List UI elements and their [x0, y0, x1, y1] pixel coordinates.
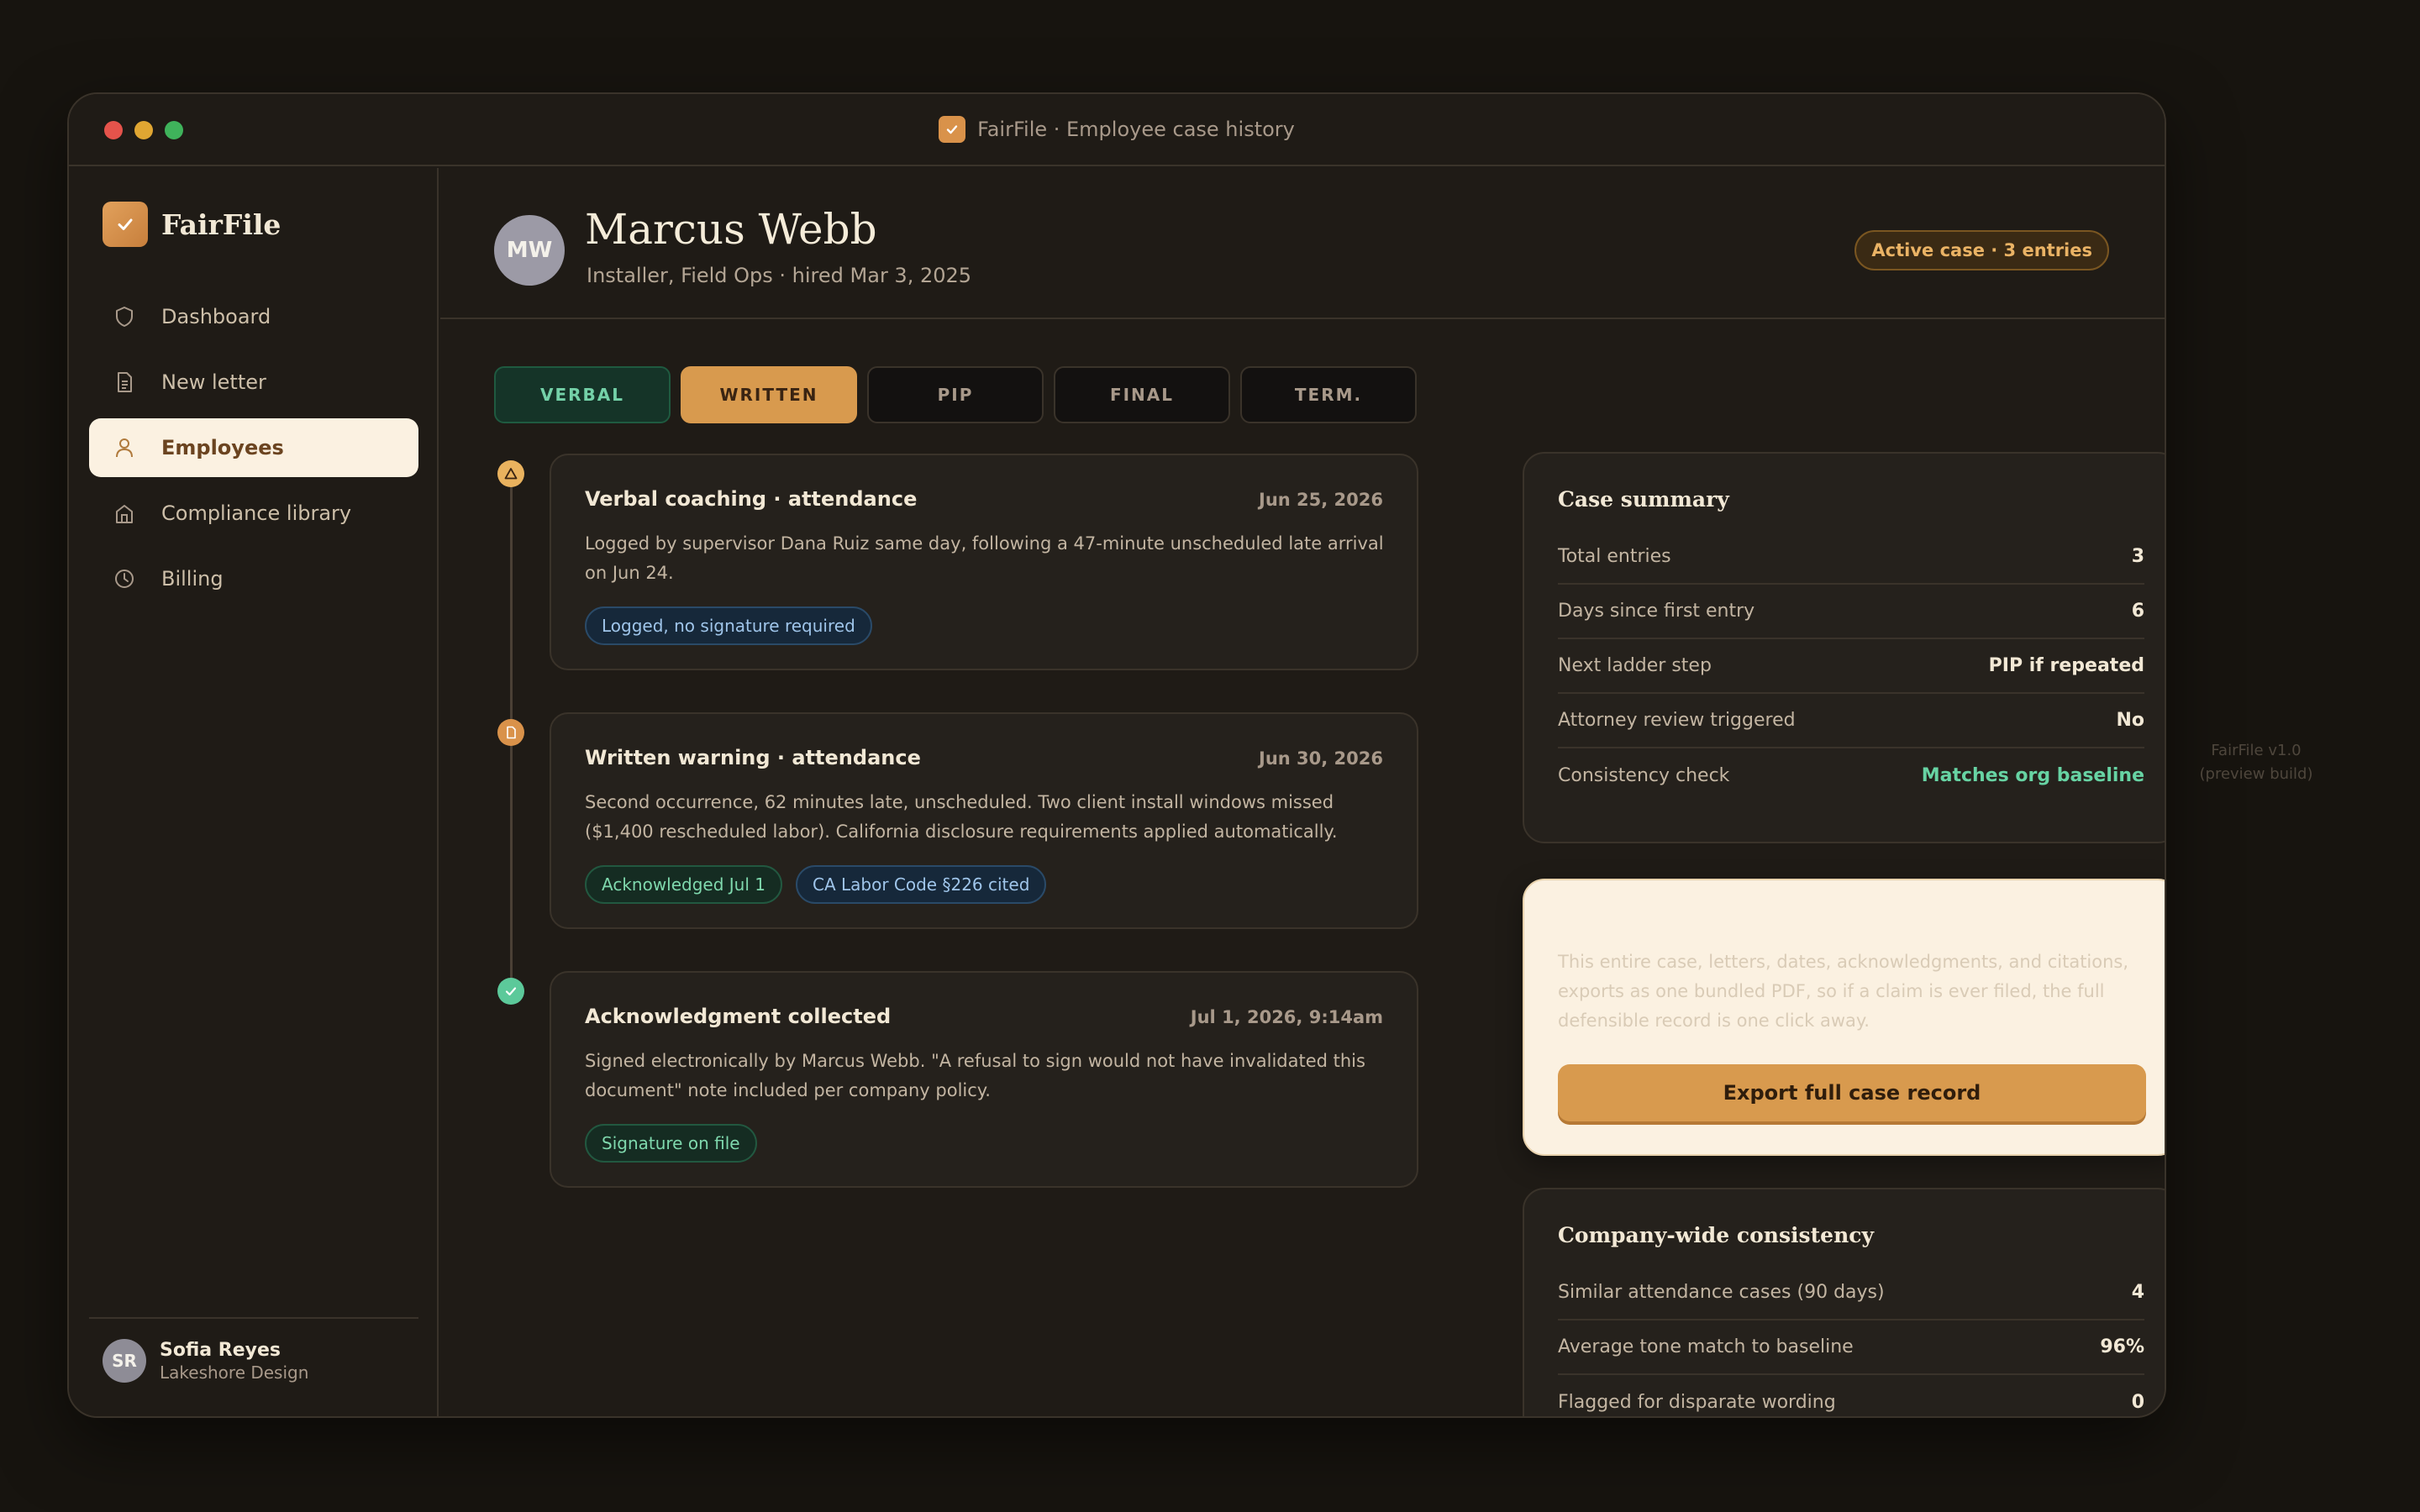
sidebar-item-new-letter[interactable]: New letter [89, 353, 418, 412]
row-value: Matches org baseline [1921, 765, 2144, 786]
avatar: SR [103, 1339, 146, 1383]
entry-title: Acknowledgment collected [585, 1005, 892, 1028]
warning-icon [497, 460, 524, 487]
entry-date: Jun 25, 2026 [1259, 490, 1383, 510]
entry-date: Jul 1, 2026, 9:14am [1190, 1007, 1383, 1027]
entry-tag: CA Labor Code §226 cited [796, 865, 1047, 904]
ladder-step-final[interactable]: FINAL [1054, 366, 1230, 423]
status-badge: Active case · 3 entries [1854, 230, 2109, 270]
row-value: 3 [2131, 546, 2144, 567]
check-icon [497, 978, 524, 1005]
export-description: This entire case, letters, dates, acknow… [1558, 952, 2129, 1031]
row-label: Days since first entry [1558, 601, 1755, 622]
brand[interactable]: FairFile [103, 202, 281, 247]
consistency-panel: Company-wide consistency Similar attenda… [1523, 1188, 2165, 1416]
sidebar: FairFile Dashboard New letter Employees … [69, 168, 439, 1416]
entry-title: Verbal coaching · attendance [585, 487, 918, 511]
timeline-card[interactable]: Written warning · attendance Jun 30, 202… [550, 712, 1418, 929]
sidebar-item-employees[interactable]: Employees [89, 418, 418, 477]
entry-tag: Signature on file [585, 1124, 757, 1163]
entry-tag: Acknowledged Jul 1 [585, 865, 782, 904]
summary-row: Total entries 3 [1558, 530, 2144, 585]
window-title: FairFile · Employee case history [69, 116, 2165, 143]
row-label: Total entries [1558, 546, 1671, 567]
shield-icon [116, 307, 133, 327]
employee-header: MW Marcus Webb Installer, Field Ops · hi… [440, 168, 2165, 319]
employee-avatar: MW [494, 215, 565, 286]
sidebar-item-label: Compliance library [161, 501, 352, 525]
panel-title: Case summary [1558, 487, 1729, 512]
ladder-step-written[interactable]: WRITTEN [681, 366, 857, 423]
timeline-card[interactable]: Verbal coaching · attendance Jun 25, 202… [550, 454, 1418, 670]
consistency-row: Average tone match to baseline 96% [1558, 1320, 2144, 1375]
row-label: Flagged for disparate wording [1558, 1392, 1836, 1413]
export-button[interactable]: Export full case record [1558, 1064, 2146, 1121]
ladder-step-verbal[interactable]: VERBAL [494, 366, 671, 423]
user-org: Lakeshore Design [160, 1362, 309, 1383]
summary-row: Consistency check Matches org baseline [1558, 748, 2144, 803]
row-value: 6 [2131, 601, 2144, 622]
employee-role: Installer, Field Ops · hired Mar 3, 2025 [587, 264, 972, 287]
export-panel: This entire case, letters, dates, acknow… [1523, 879, 2165, 1156]
summary-row: Days since first entry 6 [1558, 585, 2144, 639]
app-logo-icon [939, 116, 966, 143]
entry-body: Logged by supervisor Dana Ruiz same day,… [585, 533, 1384, 583]
export-heading [1558, 912, 2144, 937]
row-value: 96% [2100, 1336, 2144, 1357]
entry-tag: Logged, no signature required [585, 606, 872, 645]
row-label: Similar attendance cases (90 days) [1558, 1282, 1885, 1303]
entry-body: Signed electronically by Marcus Webb. "A… [585, 1051, 1365, 1100]
row-value: 0 [2131, 1392, 2144, 1413]
app-window: FairFile · Employee case history FairFil… [67, 92, 2166, 1418]
row-value: PIP if repeated [1988, 655, 2144, 676]
document-icon [118, 372, 132, 392]
employee-name: Marcus Webb [585, 205, 877, 254]
sidebar-item-label: Employees [161, 436, 284, 459]
clock-icon [115, 570, 134, 588]
row-label: Consistency check [1558, 765, 1730, 786]
sidebar-item-compliance-library[interactable]: Compliance library [89, 484, 418, 543]
brand-name: FairFile [161, 207, 281, 241]
user-profile[interactable]: SR Sofia Reyes Lakeshore Design [89, 1317, 418, 1383]
timeline-card[interactable]: Acknowledgment collected Jul 1, 2026, 9:… [550, 971, 1418, 1188]
case-summary-panel: Case summary Total entries 3 Days since … [1523, 452, 2165, 843]
discipline-ladder: VERBAL WRITTEN PIP FINAL TERM. [494, 366, 1417, 423]
row-label: Next ladder step [1558, 655, 1712, 676]
summary-row: Next ladder step PIP if repeated [1558, 639, 2144, 694]
entry-body: Second occurrence, 62 minutes late, unsc… [585, 792, 1338, 842]
entry-date: Jun 30, 2026 [1259, 748, 1383, 769]
sidebar-item-billing[interactable]: Billing [89, 549, 418, 608]
user-name: Sofia Reyes [160, 1339, 281, 1361]
sidebar-item-label: Dashboard [161, 305, 271, 328]
row-value: 4 [2131, 1282, 2144, 1303]
main-content: MW Marcus Webb Installer, Field Ops · hi… [440, 168, 2165, 1416]
brand-logo-icon [103, 202, 148, 247]
version-footnote: FairFile v1.0 (preview build) [2199, 742, 2313, 783]
ladder-step-termination[interactable]: TERM. [1240, 366, 1417, 423]
title-bar: FairFile · Employee case history [69, 94, 2165, 166]
summary-row: Attorney review triggered No [1558, 694, 2144, 748]
entry-title: Written warning · attendance [585, 746, 921, 769]
consistency-row: Similar attendance cases (90 days) 4 [1558, 1266, 2144, 1320]
sidebar-item-label: New letter [161, 370, 266, 394]
row-label: Attorney review triggered [1558, 710, 1796, 731]
ladder-step-pip[interactable]: PIP [867, 366, 1044, 423]
panel-title: Company-wide consistency [1558, 1223, 1874, 1247]
library-icon [116, 505, 133, 523]
sidebar-nav: Dashboard New letter Employees Complianc… [89, 287, 418, 615]
row-label: Average tone match to baseline [1558, 1336, 1854, 1357]
sidebar-item-label: Billing [161, 567, 224, 591]
row-value: No [2116, 710, 2144, 731]
person-icon [116, 438, 133, 458]
sidebar-item-dashboard[interactable]: Dashboard [89, 287, 418, 346]
document-icon [497, 719, 524, 746]
consistency-row: Flagged for disparate wording 0 [1558, 1375, 2144, 1416]
window-title-text: FairFile · Employee case history [977, 118, 1295, 141]
